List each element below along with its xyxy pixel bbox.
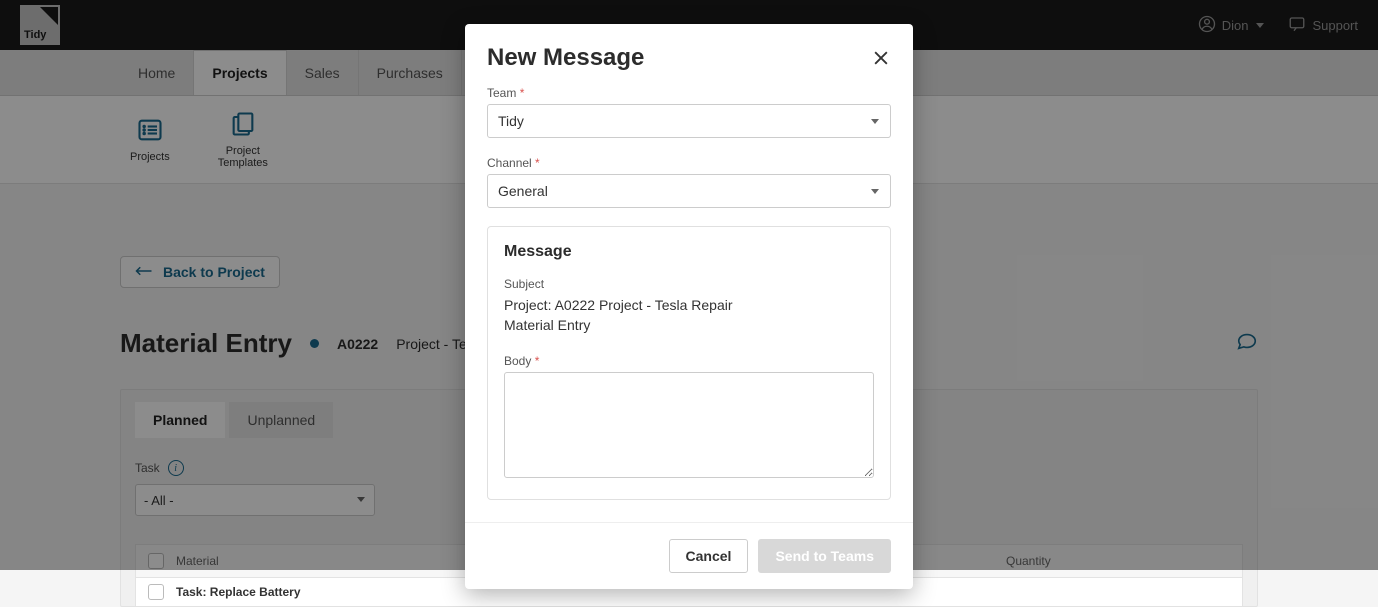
modal-overlay[interactable]: New Message Team * Tidy Channel * [0,0,1378,570]
close-button[interactable] [871,48,891,68]
row-checkbox[interactable] [148,584,164,600]
new-message-modal: New Message Team * Tidy Channel * [465,24,913,589]
channel-select[interactable]: General [487,174,891,208]
subject-label: Subject [504,277,874,291]
team-select[interactable]: Tidy [487,104,891,138]
message-heading: Message [504,243,874,261]
body-textarea[interactable] [504,372,874,478]
send-to-teams-button[interactable]: Send to Teams [758,539,891,573]
row-label: Task: Replace Battery [176,585,301,599]
modal-title: New Message [487,44,644,72]
subject-text: Project: A0222 Project - Tesla Repair Ma… [504,295,874,336]
body-label: Body * [504,354,874,368]
close-icon [871,55,891,72]
team-label: Team * [487,86,891,100]
channel-label: Channel * [487,156,891,170]
cancel-button[interactable]: Cancel [669,539,749,573]
